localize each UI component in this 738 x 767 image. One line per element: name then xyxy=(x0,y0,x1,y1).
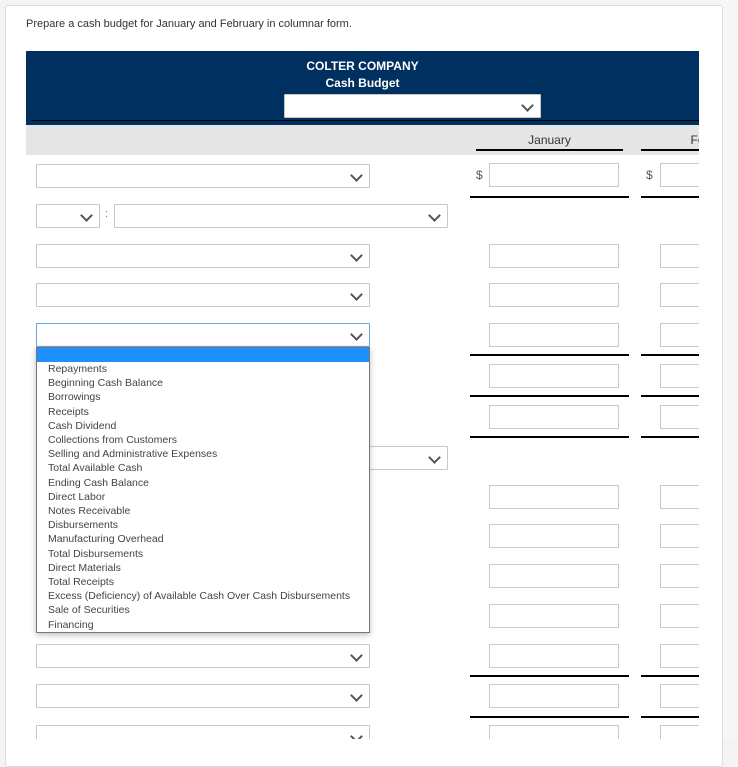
chevron-down-icon xyxy=(80,209,93,222)
february-amount-input[interactable] xyxy=(660,524,699,548)
total-rule xyxy=(470,395,629,397)
column-header-february: February xyxy=(690,133,699,147)
total-rule xyxy=(641,395,699,397)
dropdown-option[interactable]: Borrowings xyxy=(37,390,369,404)
february-amount-input[interactable] xyxy=(660,283,699,307)
february-amount-input[interactable] xyxy=(660,163,699,187)
dropdown-option[interactable]: Notes Receivable xyxy=(37,504,369,518)
row-label-select[interactable] xyxy=(36,644,370,668)
currency-symbol: $ xyxy=(646,168,653,182)
dropdown-option[interactable]: Repayments xyxy=(37,362,369,376)
january-amount-input[interactable] xyxy=(489,604,619,628)
january-amount-input[interactable] xyxy=(489,244,619,268)
dropdown-option[interactable]: Direct Labor xyxy=(37,490,369,504)
january-amount-input[interactable] xyxy=(489,323,619,347)
dropdown-option[interactable]: Total Disbursements xyxy=(37,547,369,561)
february-amount-input[interactable] xyxy=(660,644,699,668)
scrollbar-gutter[interactable] xyxy=(722,0,738,739)
total-rule xyxy=(641,716,699,718)
dropdown-option[interactable]: Collections from Customers xyxy=(37,433,369,447)
chevron-down-icon xyxy=(521,99,534,112)
dropdown-option[interactable]: Financing xyxy=(37,618,369,632)
header-rule xyxy=(31,120,699,121)
january-amount-input[interactable] xyxy=(489,524,619,548)
january-amount-input[interactable] xyxy=(489,485,619,509)
february-amount-input[interactable] xyxy=(660,604,699,628)
row-label-select[interactable] xyxy=(36,244,370,268)
prefix-select[interactable] xyxy=(36,204,100,228)
row-label-select-open[interactable] xyxy=(36,323,370,347)
colon-separator: : xyxy=(105,208,109,220)
dropdown-option[interactable]: Cash Dividend xyxy=(37,419,369,433)
dropdown-option[interactable]: Sale of Securities xyxy=(37,603,369,617)
february-amount-input[interactable] xyxy=(660,485,699,509)
company-name: COLTER COMPANY xyxy=(306,59,419,73)
chevron-down-icon xyxy=(350,249,363,262)
chevron-down-icon xyxy=(350,169,363,182)
dropdown-option[interactable]: Direct Materials xyxy=(37,561,369,575)
january-amount-input[interactable] xyxy=(489,725,619,739)
dropdown-option[interactable]: Total Available Cash xyxy=(37,461,369,475)
column-header-january: January xyxy=(528,133,571,147)
column-underline xyxy=(641,149,699,151)
statement-title: Cash Budget xyxy=(325,76,400,90)
chevron-down-icon xyxy=(350,288,363,301)
dropdown-option[interactable]: Manufacturing Overhead xyxy=(37,532,369,546)
total-rule xyxy=(470,436,629,438)
dropdown-option[interactable]: Disbursements xyxy=(37,518,369,532)
dropdown-option[interactable]: Ending Cash Balance xyxy=(37,476,369,490)
total-rule xyxy=(641,196,699,198)
total-rule xyxy=(470,354,629,356)
dropdown-option[interactable]: Total Receipts xyxy=(37,575,369,589)
instructions-text: Prepare a cash budget for January and Fe… xyxy=(26,18,352,30)
january-amount-input[interactable] xyxy=(489,364,619,388)
february-amount-input[interactable] xyxy=(660,323,699,347)
dropdown-option-blank-highlighted[interactable] xyxy=(37,348,369,362)
dropdown-option[interactable]: Receipts xyxy=(37,405,369,419)
january-amount-input[interactable] xyxy=(489,644,619,668)
chevron-down-icon xyxy=(428,209,441,222)
dropdown-option[interactable]: Selling and Administrative Expenses xyxy=(37,447,369,461)
column-underline xyxy=(476,149,623,151)
period-select[interactable] xyxy=(284,94,541,118)
february-amount-input[interactable] xyxy=(660,405,699,429)
february-amount-input[interactable] xyxy=(660,725,699,739)
cash-budget-table: COLTER COMPANY Cash Budget January Febru… xyxy=(26,51,699,739)
january-amount-input[interactable] xyxy=(489,564,619,588)
january-amount-input[interactable] xyxy=(489,684,619,708)
row-label-options-list[interactable]: Repayments Beginning Cash Balance Borrowin… xyxy=(36,347,370,633)
total-rule xyxy=(641,354,699,356)
total-rule xyxy=(641,436,699,438)
row-label-select[interactable] xyxy=(36,725,370,739)
chevron-down-icon xyxy=(350,730,363,739)
total-rule xyxy=(470,196,629,198)
february-amount-input[interactable] xyxy=(660,684,699,708)
row-label-select[interactable] xyxy=(36,164,370,188)
january-amount-input[interactable] xyxy=(489,163,619,187)
total-rule xyxy=(470,675,629,677)
currency-symbol: $ xyxy=(476,168,483,182)
dropdown-option[interactable]: Beginning Cash Balance xyxy=(37,376,369,390)
chevron-down-icon xyxy=(350,328,363,341)
row-label-select[interactable] xyxy=(36,283,370,307)
february-amount-input[interactable] xyxy=(660,364,699,388)
total-rule xyxy=(641,675,699,677)
row-label-select[interactable] xyxy=(36,684,370,708)
february-amount-input[interactable] xyxy=(660,564,699,588)
table-header: COLTER COMPANY Cash Budget xyxy=(26,51,699,125)
chevron-down-icon xyxy=(428,451,441,464)
total-rule xyxy=(470,716,629,718)
february-amount-input[interactable] xyxy=(660,244,699,268)
chevron-down-icon xyxy=(350,689,363,702)
chevron-down-icon xyxy=(350,649,363,662)
january-amount-input[interactable] xyxy=(489,405,619,429)
dropdown-option[interactable]: Excess (Deficiency) of Available Cash Ov… xyxy=(37,589,369,603)
january-amount-input[interactable] xyxy=(489,283,619,307)
row-label-select[interactable] xyxy=(114,204,448,228)
